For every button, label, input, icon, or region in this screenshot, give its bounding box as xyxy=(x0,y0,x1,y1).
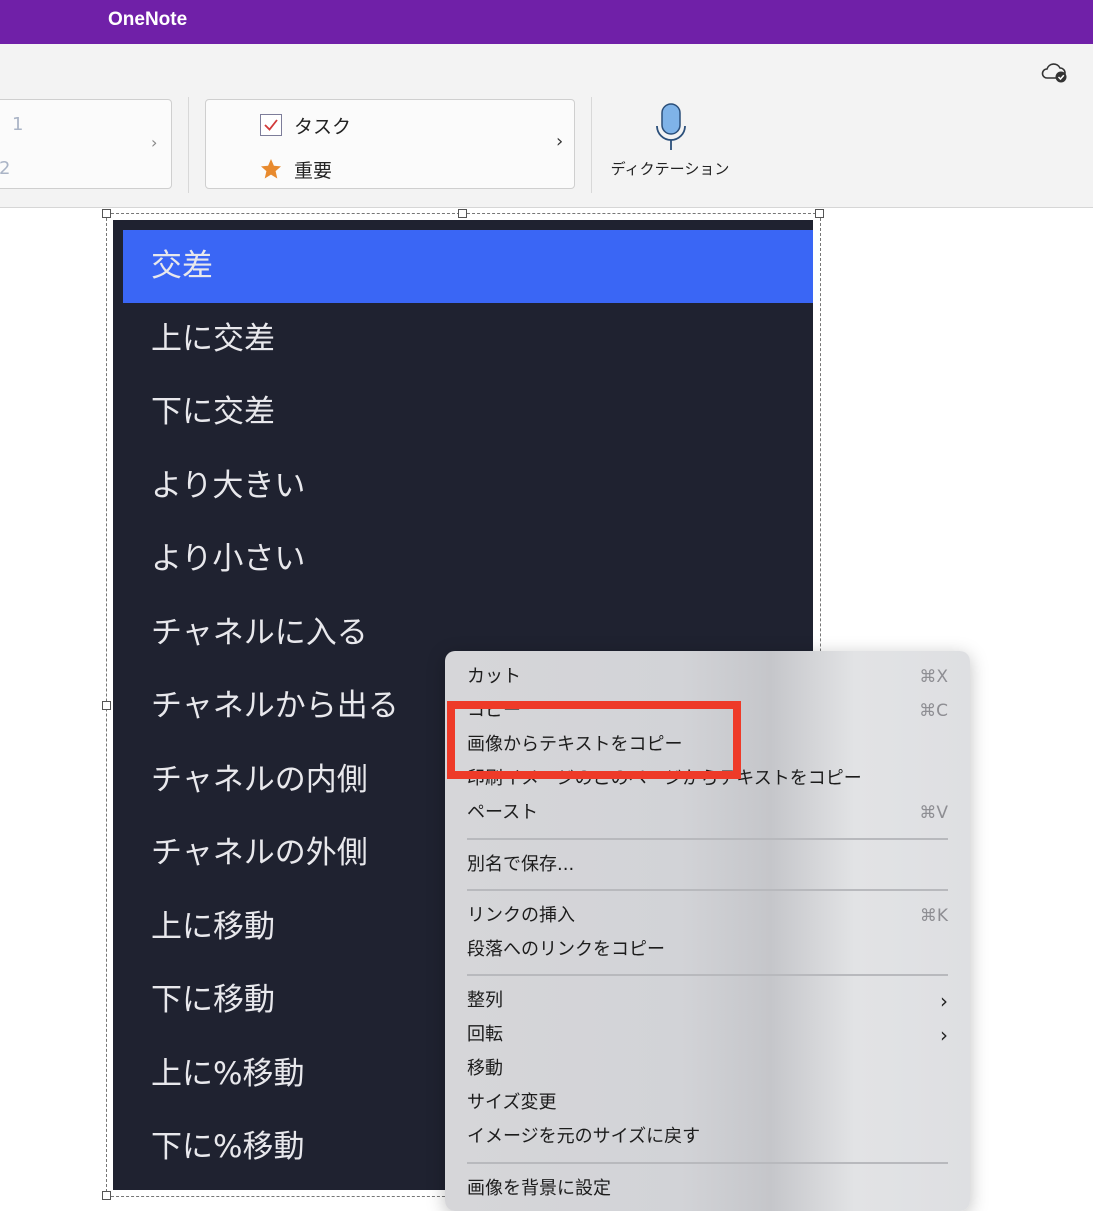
tag-important-label: 重要 xyxy=(294,159,333,182)
tags-gallery[interactable]: タスク 重要 › xyxy=(205,99,575,189)
tag-task-label: タスク xyxy=(294,115,352,138)
title-bar: OneNote xyxy=(0,0,1093,44)
resize-handle-left[interactable] xyxy=(102,701,111,710)
resize-handle-top[interactable] xyxy=(458,209,467,218)
menu-item-paste[interactable]: ペースト xyxy=(467,798,538,828)
shortcut-copy: ⌘C xyxy=(919,701,948,721)
microphone-icon xyxy=(656,103,686,150)
tag-important[interactable]: 重要 xyxy=(260,154,332,184)
menu-item-copy-link-paragraph[interactable]: 段落へのリンクをコピー xyxy=(467,935,665,965)
menu-item-move[interactable]: 移動 xyxy=(467,1054,503,1084)
chevron-right-icon: › xyxy=(940,989,948,1013)
image-list-item: より大きい xyxy=(151,468,306,504)
menu-item-insert-link[interactable]: リンクの挿入 xyxy=(467,901,575,931)
image-list-item: 上に交差 xyxy=(151,321,275,357)
menu-item-rotate[interactable]: 回転 xyxy=(467,1020,503,1050)
menu-item-restore-size[interactable]: イメージを元のサイズに戻す xyxy=(467,1122,700,1152)
highlight-annotation xyxy=(447,701,741,779)
chevron-right-icon: › xyxy=(940,1023,948,1047)
list-style-gallery[interactable]: 1 2 › xyxy=(0,99,172,189)
resize-handle-bottom-left[interactable] xyxy=(102,1191,111,1200)
menu-item-cut[interactable]: カット xyxy=(467,662,521,692)
image-list-item: 下に交差 xyxy=(151,394,275,430)
shortcut-paste: ⌘V xyxy=(919,803,948,823)
shortcut-insert-link: ⌘K xyxy=(919,906,948,926)
image-list-item: 交差 xyxy=(123,230,813,303)
ribbon-divider xyxy=(188,97,189,193)
dictation-label: ディクテーション xyxy=(610,160,730,178)
menu-separator xyxy=(467,889,948,891)
list-number-1: 1 xyxy=(12,114,24,135)
ribbon: 1 2 › タスク 重要 › ディクテーション xyxy=(0,44,1093,208)
menu-item-resize[interactable]: サイズ変更 xyxy=(467,1088,556,1118)
cloud-sync-icon[interactable] xyxy=(1040,60,1068,84)
chevron-right-icon[interactable]: › xyxy=(151,133,157,152)
menu-separator xyxy=(467,838,948,840)
star-icon xyxy=(261,159,281,179)
checkbox-icon xyxy=(260,114,282,136)
ribbon-divider xyxy=(591,97,592,193)
dictation-button[interactable]: ディクテーション xyxy=(608,102,732,192)
menu-item-save-as[interactable]: 別名で保存... xyxy=(467,850,574,880)
app-title: OneNote xyxy=(108,9,188,30)
image-list-item: より小さい xyxy=(151,541,306,577)
tag-task[interactable]: タスク xyxy=(260,110,351,140)
list-number-2: 2 xyxy=(0,158,11,179)
menu-item-arrange[interactable]: 整列 xyxy=(467,986,503,1016)
resize-handle-top-right[interactable] xyxy=(815,209,824,218)
menu-separator xyxy=(467,974,948,976)
chevron-right-icon[interactable]: › xyxy=(556,131,563,152)
menu-separator xyxy=(467,1162,948,1164)
shortcut-cut: ⌘X xyxy=(919,667,948,687)
resize-handle-top-left[interactable] xyxy=(102,209,111,218)
